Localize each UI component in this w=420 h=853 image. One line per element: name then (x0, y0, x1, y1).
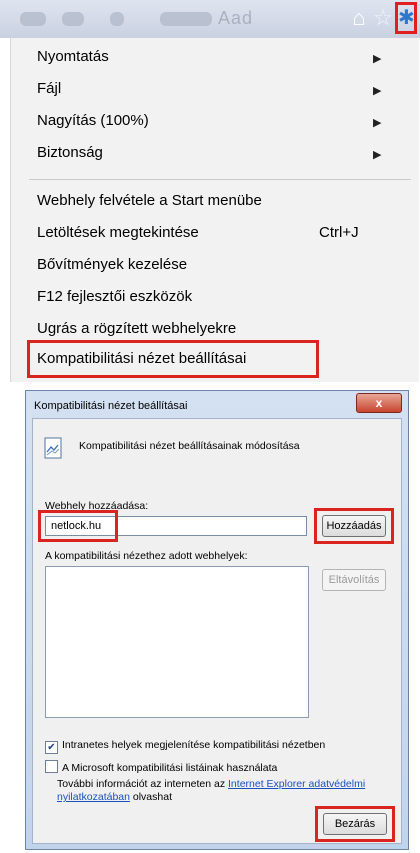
home-icon[interactable]: ⌂ (347, 6, 371, 30)
privacy-statement-link-cont[interactable]: nyilatkozatában (57, 791, 130, 803)
menu-item-label: Fájl (37, 80, 62, 97)
menu-item-view-downloads[interactable]: Letöltések megtekintése (37, 218, 199, 248)
info-text-prefix: További információt az interneten az (57, 778, 229, 790)
intranet-checkbox[interactable]: ✔ (45, 741, 58, 754)
menu-item-security[interactable]: Biztonság (37, 138, 103, 168)
menu-item-label: Kompatibilitási nézet beállításai (37, 350, 247, 367)
info-text: További információt az interneten az Int… (57, 778, 389, 804)
microsoft-list-checkbox[interactable] (45, 760, 58, 773)
dialog-header-text: Kompatibilitási nézet beállításainak mód… (79, 440, 300, 452)
menu-item-print[interactable]: Nyomtatás (37, 42, 109, 72)
menu-item-label: Bővítmények kezelése (37, 256, 188, 273)
dialog-body: Kompatibilitási nézet beállításainak mód… (32, 418, 402, 844)
menu-item-label: Ugrás a rögzített webhelyekre (37, 320, 237, 337)
intranet-checkbox-row[interactable]: ✔ Intranetes helyek megjelenítése kompati… (45, 739, 325, 754)
tools-menu: Nyomtatás ▶ Fájl ▶ Nagyítás (100%) ▶ Biz… (10, 38, 419, 382)
tools-button[interactable]: ✱ (395, 2, 417, 34)
website-list[interactable] (45, 566, 309, 718)
submenu-arrow-icon: ▶ (373, 149, 382, 161)
highlight-box (38, 510, 118, 542)
add-button[interactable]: Hozzáadás (322, 515, 386, 537)
info-text-suffix: olvashat (129, 791, 172, 803)
privacy-statement-link[interactable]: Internet Explorer adatvédelmi (228, 778, 365, 790)
menu-item-label: Nyomtatás (37, 48, 109, 65)
menu-separator (29, 179, 411, 180)
microsoft-list-checkbox-row[interactable]: A Microsoft kompatibilitási listáinak ha… (45, 760, 277, 774)
close-window-button[interactable]: x (356, 393, 402, 413)
close-button[interactable]: Bezárás (323, 813, 387, 835)
toolbar-blur (20, 12, 46, 26)
menu-item-zoom[interactable]: Nagyítás (100%) (37, 106, 149, 136)
submenu-arrow-icon: ▶ (373, 117, 382, 129)
submenu-arrow-icon: ▶ (373, 85, 382, 97)
menu-item-label: Webhely felvétele a Start menübe (37, 192, 262, 209)
dialog-title: Kompatibilitási nézet beállításai (34, 400, 188, 412)
compatibility-view-dialog: Kompatibilitási nézet beállításai x Komp… (25, 390, 409, 850)
site-list-label: A kompatibilitási nézethez adott webhely… (45, 550, 248, 562)
toolbar-blurred-text: Aad (218, 8, 254, 28)
menu-item-shortcut: Ctrl+J (319, 224, 359, 241)
settings-page-icon (44, 437, 62, 459)
menu-item-file[interactable]: Fájl (37, 74, 61, 104)
menu-item-label: Letöltések megtekintése (37, 224, 199, 241)
menu-item-add-to-start[interactable]: Webhely felvétele a Start menübe (37, 186, 262, 216)
toolbar-blur (110, 12, 124, 26)
gear-icon: ✱ (398, 7, 415, 29)
menu-item-f12-tools[interactable]: F12 fejlesztői eszközök (37, 282, 192, 312)
toolbar-blur (160, 12, 212, 26)
menu-item-label: Biztonság (37, 144, 103, 161)
remove-button[interactable]: Eltávolítás (322, 569, 386, 591)
menu-item-label: Nagyítás (100%) (37, 112, 149, 129)
intranet-checkbox-label: Intranetes helyek megjelenítése kompatib… (62, 739, 326, 751)
favorites-star-icon[interactable]: ☆ (371, 6, 395, 30)
submenu-arrow-icon: ▶ (373, 53, 382, 65)
microsoft-list-checkbox-label: A Microsoft kompatibilitási listáinak ha… (62, 762, 278, 774)
menu-item-manage-addons[interactable]: Bővítmények kezelése (37, 250, 187, 280)
toolbar-blur (62, 12, 84, 26)
menu-item-compatibility-view-settings[interactable]: Kompatibilitási nézet beállításai (37, 344, 246, 374)
browser-toolbar: Aad ⌂ ☆ ✱ (0, 0, 420, 38)
menu-item-label: F12 fejlesztői eszközök (37, 288, 193, 305)
